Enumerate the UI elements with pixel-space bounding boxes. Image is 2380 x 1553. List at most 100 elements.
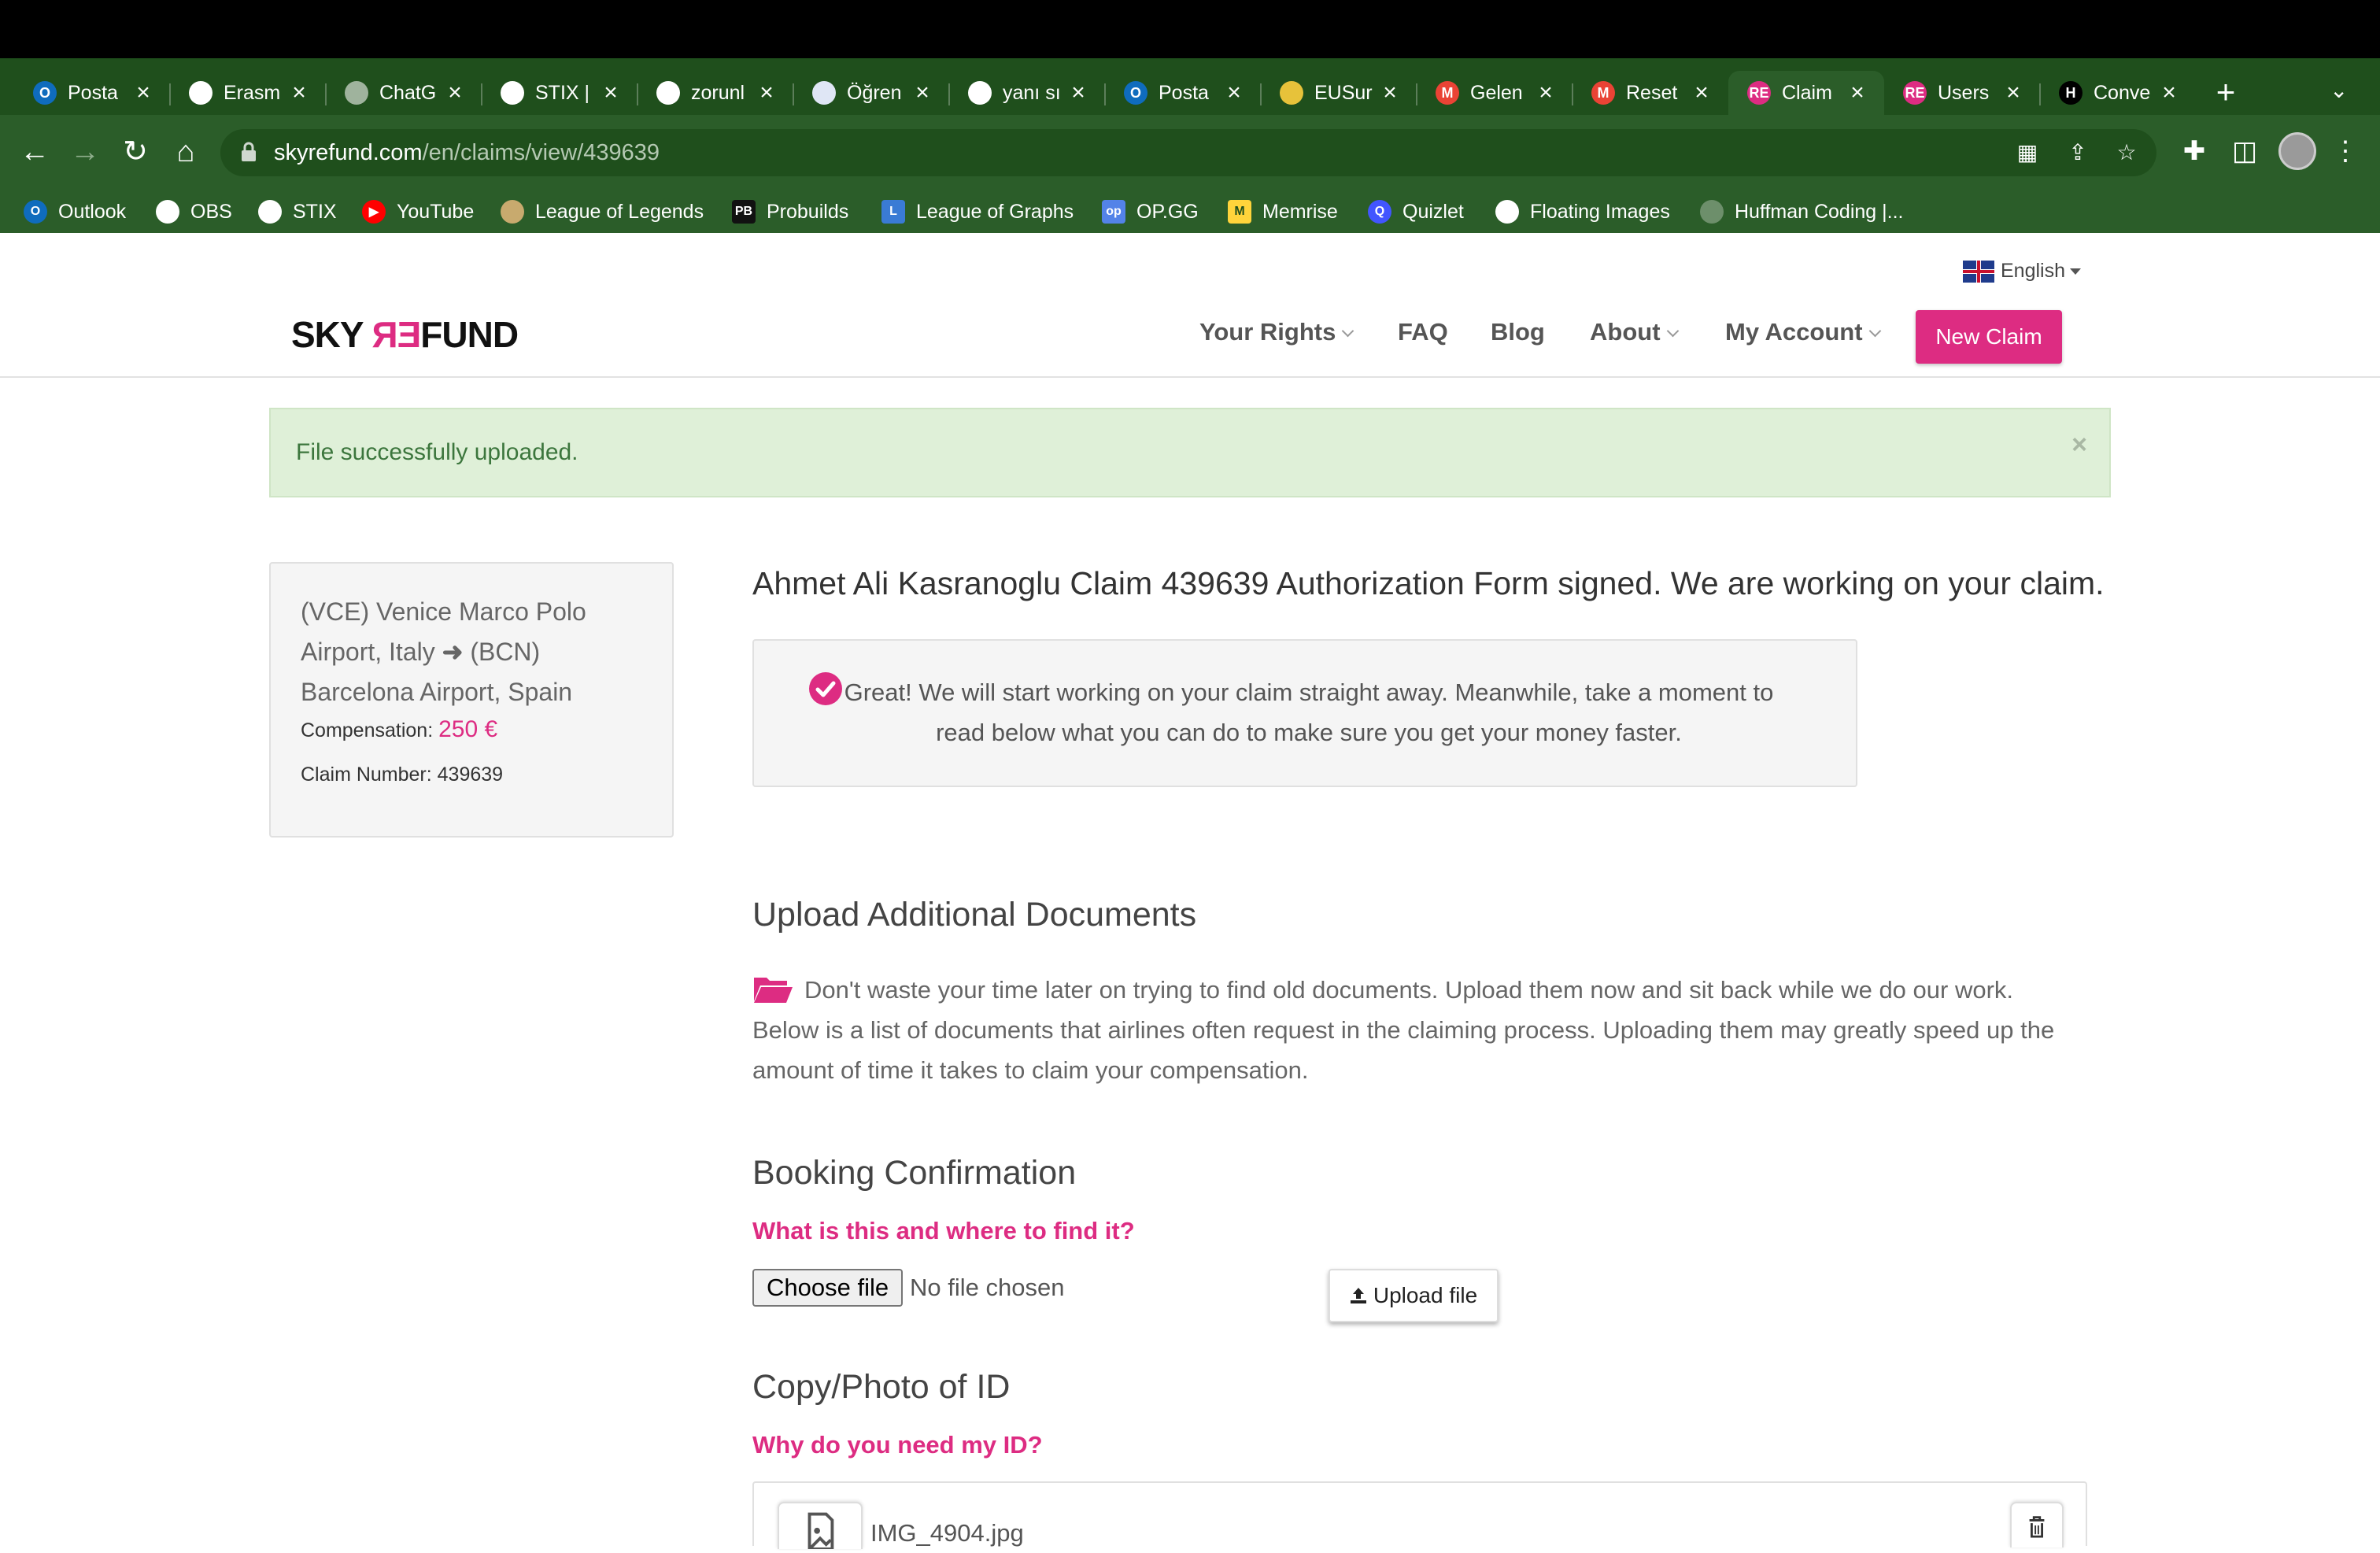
- bookmark-item[interactable]: League of Legends: [501, 198, 704, 225]
- bookmark-item[interactable]: PB Probuilds: [732, 198, 848, 225]
- bookmark-label: League of Legends: [535, 200, 704, 223]
- eusurvey-icon: [1280, 81, 1303, 105]
- browser-tab[interactable]: Öğren ×: [793, 71, 949, 115]
- tab-separator: [1572, 83, 1573, 105]
- nav-your-rights[interactable]: Your Rights: [1199, 318, 1354, 346]
- bookmark-item[interactable]: ▶ YouTube: [362, 198, 474, 225]
- tab-title: Öğren: [847, 81, 902, 104]
- browser-tab[interactable]: yanı sı ×: [949, 71, 1105, 115]
- chevron-down-icon: [1666, 324, 1679, 338]
- browser-tab[interactable]: RE Claim ×: [1728, 71, 1884, 115]
- bookmark-label: League of Graphs: [916, 200, 1074, 223]
- bookmark-label: OBS: [190, 200, 232, 223]
- tab-separator: [1260, 83, 1262, 105]
- tab-title: EUSur: [1314, 81, 1373, 104]
- bookmark-item[interactable]: STIX: [258, 198, 337, 225]
- browser-tab[interactable]: RE Users ×: [1884, 71, 2040, 115]
- claim-heading: Ahmet Ali Kasranoglu Claim 439639 Author…: [752, 565, 2105, 601]
- upload-file-button[interactable]: Upload file: [1329, 1269, 1499, 1322]
- tab-separator: [637, 83, 638, 105]
- bookmark-label: Huffman Coding |...: [1735, 200, 1904, 223]
- close-tab-icon[interactable]: ×: [1535, 81, 1557, 105]
- nav-my-account[interactable]: My Account: [1725, 318, 1881, 346]
- youtube-icon: ▶: [362, 200, 386, 224]
- globe-icon: [501, 81, 524, 105]
- bookmark-label: YouTube: [397, 200, 475, 223]
- nav-about[interactable]: About: [1590, 318, 1679, 346]
- language-selector[interactable]: English: [1963, 260, 2081, 283]
- skyrefund-logo[interactable]: SKY ЯƎFUND: [291, 313, 519, 356]
- new-claim-button[interactable]: New Claim: [1916, 310, 2062, 364]
- skyrefund-icon: RE: [1747, 81, 1771, 105]
- tab-strip: O Posta × Erasm × ChatG × STIX | × zorunl × Öğren × y…: [0, 58, 2380, 115]
- bookmark-item[interactable]: op OP.GG: [1102, 198, 1199, 225]
- profile-avatar[interactable]: [2278, 132, 2316, 170]
- translate-icon[interactable]: ▦: [2013, 139, 2042, 167]
- tab-separator: [1416, 83, 1417, 105]
- bookmark-item[interactable]: Huffman Coding |...: [1700, 198, 1903, 225]
- browser-tab[interactable]: M Reset ×: [1572, 71, 1728, 115]
- share-icon[interactable]: ⇪: [2064, 139, 2092, 167]
- reload-icon[interactable]: ↻: [116, 134, 154, 172]
- close-tab-icon[interactable]: ×: [1067, 81, 1089, 105]
- back-icon[interactable]: ←: [16, 134, 54, 172]
- close-tab-icon[interactable]: ×: [1379, 81, 1401, 105]
- close-tab-icon[interactable]: ×: [1223, 81, 1245, 105]
- leagueofgraphs-icon: L: [881, 200, 905, 224]
- bookmark-item[interactable]: Q Quizlet: [1368, 198, 1464, 225]
- close-tab-icon[interactable]: ×: [288, 81, 310, 105]
- tab-search-icon[interactable]: ⌄: [2330, 77, 2348, 103]
- home-icon[interactable]: ⌂: [167, 134, 205, 172]
- new-tab-icon[interactable]: +: [2204, 71, 2248, 115]
- close-tab-icon[interactable]: ×: [911, 81, 933, 105]
- browser-tab[interactable]: zorunl ×: [638, 71, 793, 115]
- tab-title: Reset: [1626, 81, 1678, 104]
- university-icon: [812, 81, 836, 105]
- tab-separator: [793, 83, 794, 105]
- os-top-bar: [0, 0, 2380, 58]
- browser-tab[interactable]: Erasm ×: [170, 71, 326, 115]
- bookmark-item[interactable]: Floating Images: [1495, 198, 1670, 225]
- bookmark-item[interactable]: O Outlook: [24, 198, 126, 225]
- bookmark-item[interactable]: M Memrise: [1228, 198, 1338, 225]
- outlook-icon: O: [33, 81, 57, 105]
- tab-separator: [948, 83, 950, 105]
- browser-tab[interactable]: O Posta ×: [14, 71, 170, 115]
- close-tab-icon[interactable]: ×: [2002, 81, 2024, 105]
- caret-down-icon: [2070, 268, 2081, 275]
- bookmark-star-icon[interactable]: ☆: [2112, 139, 2141, 167]
- id-help-link[interactable]: Why do you need my ID?: [752, 1431, 1043, 1459]
- booking-help-link[interactable]: What is this and where to find it?: [752, 1217, 1135, 1245]
- browser-tab[interactable]: H Conve ×: [2040, 71, 2196, 115]
- bookmark-item[interactable]: OBS: [156, 198, 232, 225]
- browser-tab[interactable]: O Posta ×: [1105, 71, 1261, 115]
- close-tab-icon[interactable]: ×: [756, 81, 778, 105]
- tab-title: zorunl: [691, 81, 745, 104]
- menu-icon[interactable]: ⋮: [2326, 132, 2364, 170]
- browser-tab[interactable]: STIX | ×: [482, 71, 638, 115]
- delete-file-button[interactable]: [2010, 1502, 2064, 1547]
- bookmark-item[interactable]: L League of Graphs: [881, 198, 1074, 225]
- close-icon[interactable]: ×: [2071, 430, 2087, 460]
- file-name: IMG_4904.jpg: [870, 1519, 1024, 1547]
- browser-tab[interactable]: ChatG ×: [326, 71, 482, 115]
- side-panel-icon[interactable]: ◫: [2226, 132, 2264, 170]
- browser-tab[interactable]: M Gelen ×: [1417, 71, 1572, 115]
- tab-title: Conve: [2094, 81, 2151, 104]
- gmail-icon: M: [1436, 81, 1459, 105]
- choose-file-button[interactable]: Choose file: [752, 1269, 904, 1307]
- nav-blog[interactable]: Blog: [1491, 318, 1545, 346]
- close-tab-icon[interactable]: ×: [132, 81, 154, 105]
- close-tab-icon[interactable]: ×: [444, 81, 466, 105]
- nav-faq[interactable]: FAQ: [1398, 318, 1448, 346]
- close-tab-icon[interactable]: ×: [600, 81, 622, 105]
- forward-icon[interactable]: →: [66, 134, 104, 172]
- address-bar[interactable]: skyrefund.com/en/claims/view/439639 ▦ ⇪ …: [220, 129, 2156, 176]
- close-tab-icon[interactable]: ×: [2158, 81, 2180, 105]
- browser-tab[interactable]: EUSur ×: [1261, 71, 1417, 115]
- url-text: skyrefund.com/en/claims/view/439639: [274, 140, 660, 165]
- close-tab-icon[interactable]: ×: [1691, 81, 1713, 105]
- trash-icon: [2029, 1516, 2045, 1538]
- extensions-icon[interactable]: ✚: [2175, 132, 2213, 170]
- close-tab-icon[interactable]: ×: [1846, 81, 1868, 105]
